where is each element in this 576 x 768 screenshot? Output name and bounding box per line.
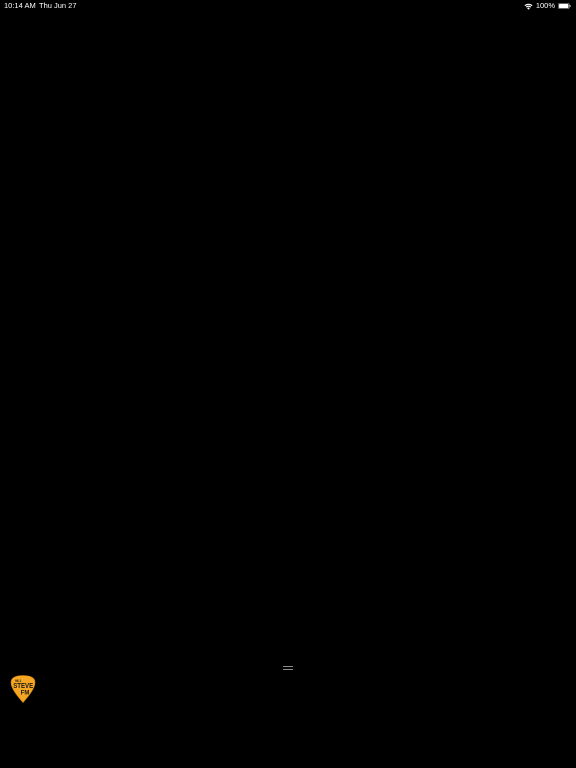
status-bar: 10:14 AM Thu Jun 27 100% [0, 0, 576, 12]
logo-line2: FM [21, 691, 30, 697]
drag-handle-icon[interactable] [283, 666, 293, 670]
mini-player[interactable]: 96.1 STEVE FM [0, 660, 576, 708]
battery-percent: 100% [535, 1, 555, 10]
logo-line1: STEVE [13, 683, 33, 690]
app-screen: 10:14 AM Thu Jun 27 100% 96.1 STEVE FM [0, 0, 576, 768]
guitar-pick-logo-icon: 96.1 STEVE FM [10, 675, 36, 703]
battery-full-icon [558, 3, 571, 9]
wifi-icon [524, 3, 533, 10]
status-indicators: 100% [524, 0, 571, 12]
status-time: 10:14 AM [4, 1, 36, 10]
status-date: Thu Jun 27 [39, 1, 77, 10]
station-logo[interactable]: 96.1 STEVE FM [10, 675, 36, 703]
